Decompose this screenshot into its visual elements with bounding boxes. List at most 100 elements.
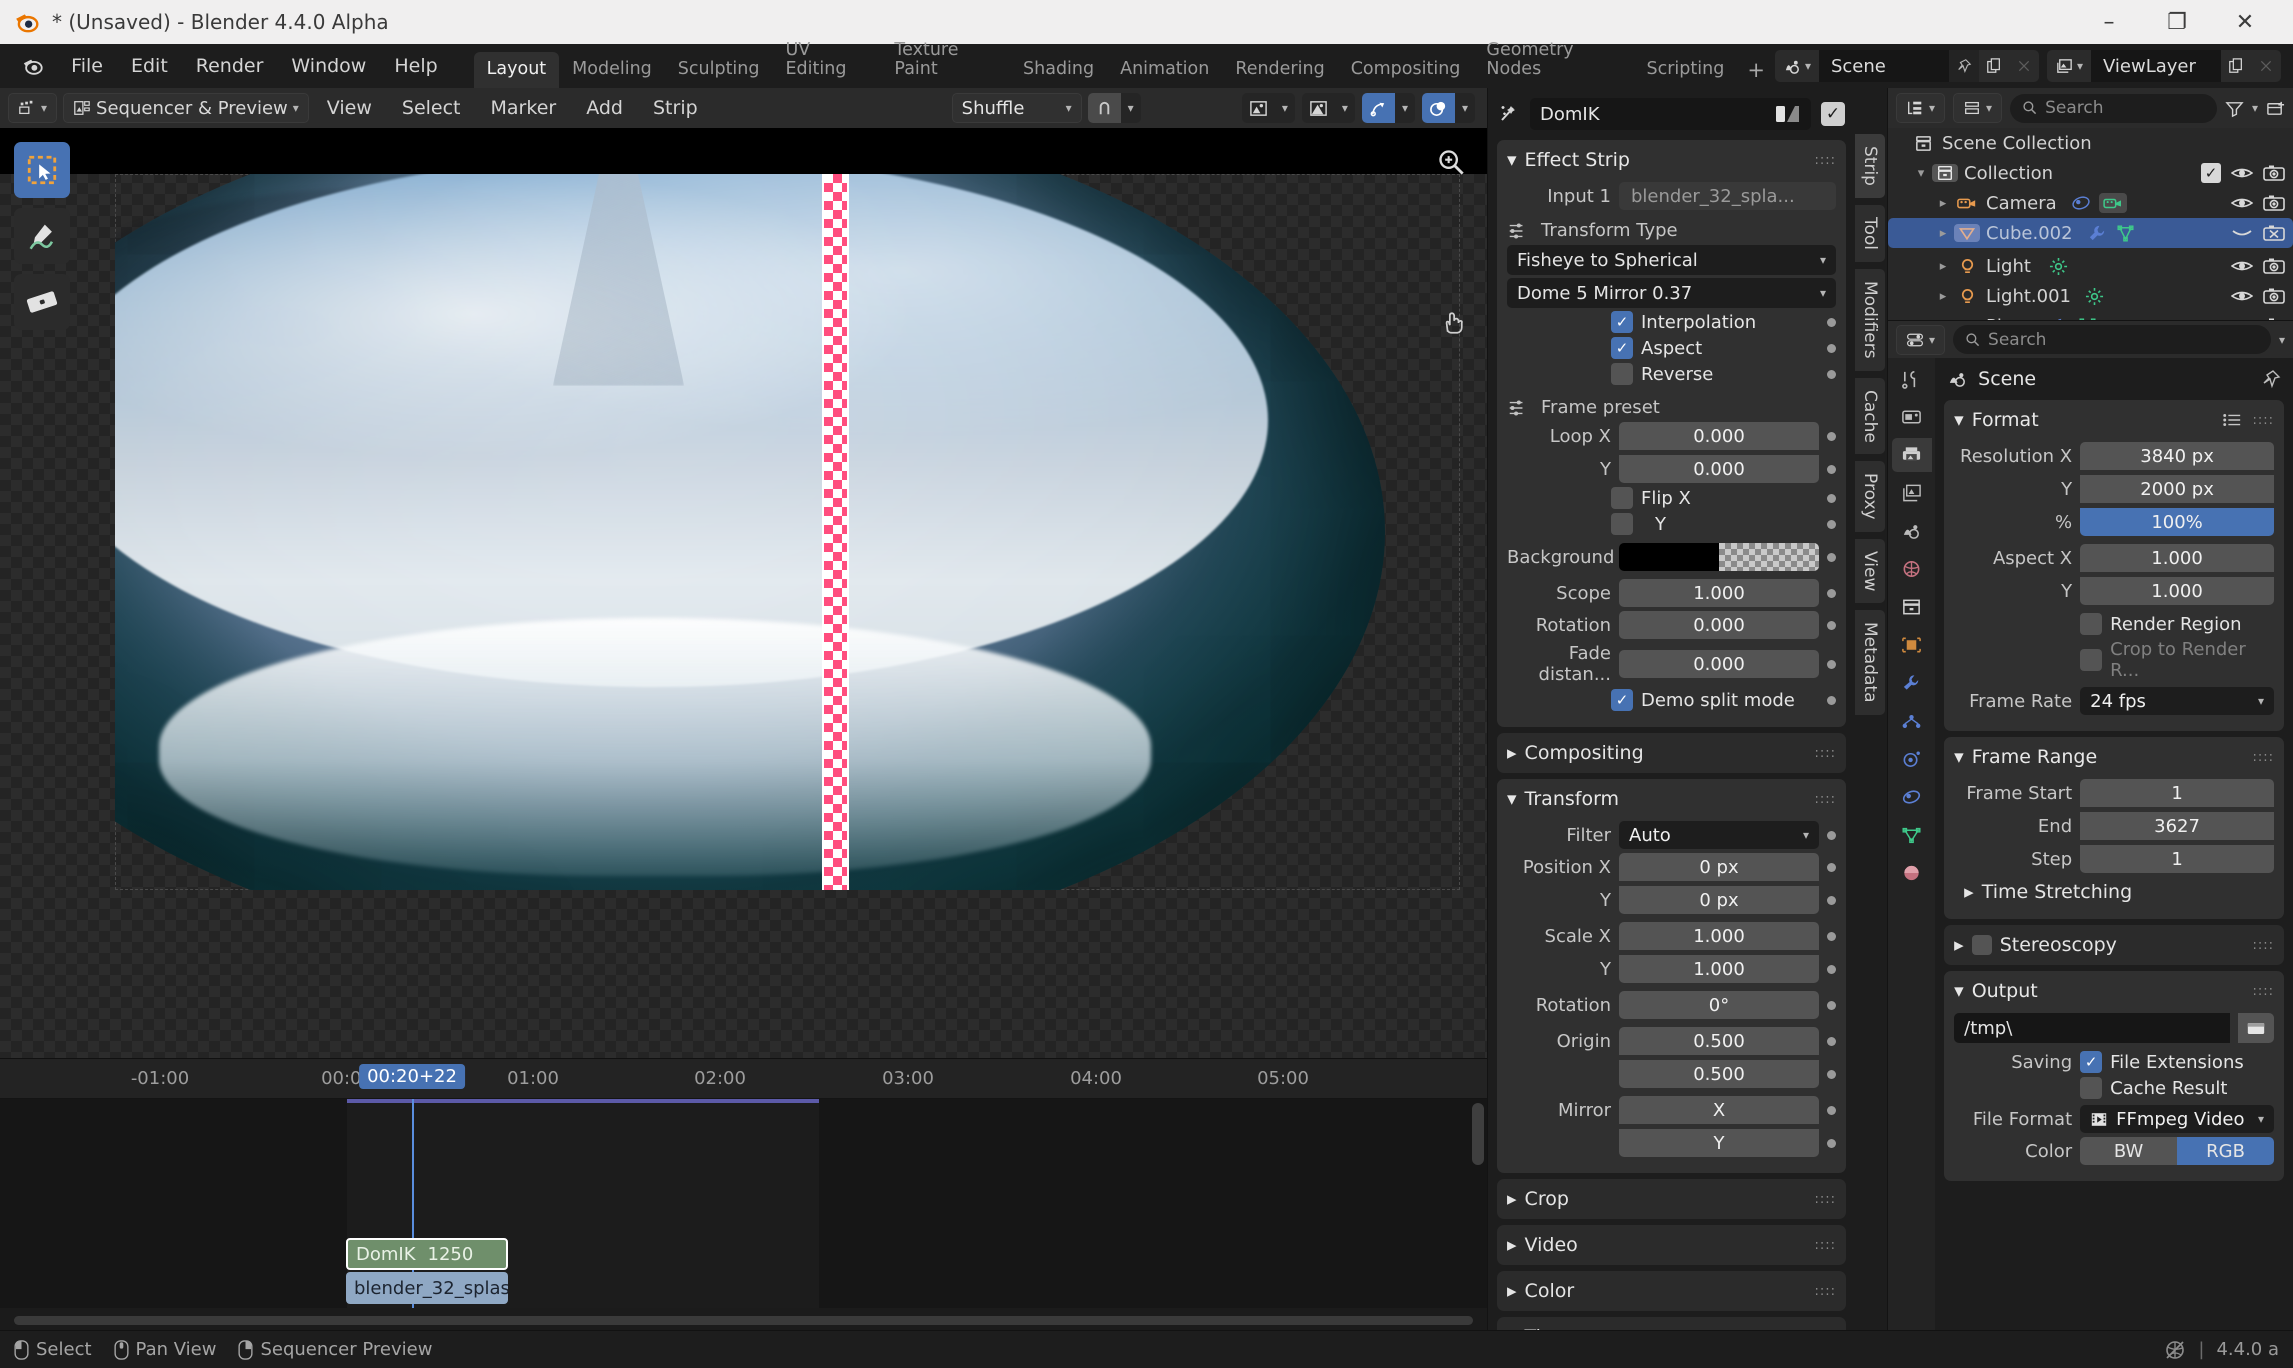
workspace-tab-compositing[interactable]: Compositing (1338, 52, 1474, 88)
animate-property-dot[interactable] (1827, 465, 1836, 474)
flip-y-checkbox[interactable] (1611, 513, 1633, 535)
scale-x-field[interactable]: 1.000 (1619, 922, 1819, 950)
display-channel-group[interactable]: ▾ (1242, 93, 1295, 123)
eye-icon[interactable] (2231, 165, 2253, 181)
strip-panel-scroll[interactable]: ▾ Effect Strip :::: Input 1 blender_32_s… (1488, 138, 1855, 1330)
animate-property-dot[interactable] (1827, 344, 1836, 353)
animate-property-dot[interactable] (1827, 553, 1836, 562)
animate-property-dot[interactable] (1827, 432, 1836, 441)
mesh-data-icon[interactable] (2116, 224, 2135, 243)
drag-grip-icon[interactable]: :::: (1814, 1330, 1836, 1331)
menu-window[interactable]: Window (277, 50, 380, 82)
image-display-icon[interactable] (1242, 93, 1275, 123)
menu-render[interactable]: Render (182, 50, 278, 82)
timeline-vertical-scrollbar[interactable] (1472, 1103, 1484, 1303)
close-button[interactable]: ✕ (2211, 0, 2279, 44)
presets-icon[interactable] (2222, 411, 2242, 429)
row-time-stretching[interactable]: ▸ Time Stretching (1954, 881, 2274, 903)
tab-physics[interactable] (1892, 742, 1932, 776)
tab-data[interactable] (1892, 818, 1932, 852)
animate-property-dot[interactable] (1827, 863, 1836, 872)
tab-tool[interactable] (1892, 362, 1932, 396)
light-data-icon[interactable] (2085, 287, 2104, 306)
sequencer-menu-add[interactable]: Add (574, 93, 635, 123)
panel-crop[interactable]: ▸ Crop :::: (1497, 1179, 1846, 1219)
transform-rotation-field[interactable]: 0° (1619, 991, 1819, 1019)
maximize-button[interactable]: ❐ (2143, 0, 2211, 44)
scope-field[interactable]: 1.000 (1619, 579, 1819, 607)
tool-select-box[interactable] (14, 142, 70, 198)
animate-property-dot[interactable] (1827, 1139, 1836, 1148)
animate-property-dot[interactable] (1827, 1106, 1836, 1115)
scene-name-field[interactable]: Scene (1819, 50, 1949, 82)
frame-step-field[interactable]: 1 (2080, 845, 2274, 873)
loop-x-field[interactable]: 0.000 (1619, 422, 1819, 450)
effect-rotation-field[interactable]: 0.000 (1619, 611, 1819, 639)
tab-viewlayer[interactable] (1892, 476, 1932, 510)
outliner-row-plane[interactable]: ▸ Plane (1888, 311, 2293, 320)
loop-y-field[interactable]: 0.000 (1619, 455, 1819, 483)
tab-constraints[interactable] (1892, 780, 1932, 814)
eye-closed-icon[interactable] (2231, 225, 2253, 241)
drag-grip-icon[interactable]: :::: (1814, 746, 1836, 761)
chevron-down-icon[interactable]: ▾ (1395, 93, 1415, 123)
panel-time[interactable]: ▸ Time :::: (1497, 1317, 1846, 1330)
animate-property-dot[interactable] (1827, 1070, 1836, 1079)
remove-viewlayer-icon[interactable] (2251, 50, 2281, 82)
sequencer-strip-effect[interactable]: DomIK 1250 (346, 1238, 508, 1270)
panel-compositing[interactable]: ▸ Compositing :::: (1497, 733, 1846, 773)
camera-render-icon[interactable] (2263, 194, 2285, 212)
demo-split-checkbox[interactable]: ✓ (1611, 689, 1633, 711)
vtab-proxy[interactable]: Proxy (1855, 461, 1885, 532)
transform-type-select[interactable]: Fisheye to Spherical ▾ (1507, 245, 1836, 275)
tab-collection[interactable] (1892, 590, 1932, 624)
overlap-mode-select[interactable]: Shuffle ▾ (952, 93, 1082, 123)
zoom-icon[interactable] (1437, 148, 1465, 176)
fade-distance-field[interactable]: 0.000 (1619, 650, 1819, 678)
strip-name-field[interactable]: DomIK (1530, 98, 1811, 130)
viewlayer-name-field[interactable]: ViewLayer (2091, 50, 2221, 82)
workspace-tab-texture-paint[interactable]: Texture Paint (881, 33, 1010, 89)
snap-toggle-group[interactable]: ▾ (1088, 93, 1141, 123)
tool-blade[interactable] (14, 274, 70, 330)
scene-icon[interactable]: ▾ (1775, 50, 1819, 82)
drag-grip-icon[interactable]: :::: (2252, 413, 2274, 428)
light-data-icon[interactable] (2049, 257, 2068, 276)
workspace-tab-scripting[interactable]: Scripting (1634, 52, 1738, 88)
eye-icon[interactable] (2231, 288, 2253, 304)
frame-end-field[interactable]: 3627 (2080, 812, 2274, 840)
scale-y-field[interactable]: 1.000 (1619, 955, 1819, 983)
panel-header-format[interactable]: ▾ Format :::: (1944, 400, 2284, 440)
magnet-icon[interactable] (1088, 93, 1121, 123)
position-x-field[interactable]: 0 px (1619, 853, 1819, 881)
overlays-group[interactable]: ▾ (1422, 93, 1475, 123)
drag-grip-icon[interactable]: :::: (1814, 792, 1836, 807)
workspace-tab-animation[interactable]: Animation (1107, 52, 1222, 88)
vtab-modifiers[interactable]: Modifiers (1855, 269, 1885, 371)
workspace-tab-uv-editing[interactable]: UV Editing (773, 33, 882, 89)
animate-property-dot[interactable] (1827, 932, 1836, 941)
disclosure-triangle-icon[interactable]: ▸ (1932, 289, 1954, 304)
disclosure-triangle-icon[interactable]: ▸ (1932, 226, 1954, 241)
panel-header-effect-strip[interactable]: ▾ Effect Strip :::: (1497, 140, 1846, 180)
outliner-row-light-001[interactable]: ▸ Light.001 (1888, 281, 2293, 311)
frame-rate-select[interactable]: 24 fps ▾ (2080, 687, 2274, 715)
tab-object[interactable] (1892, 628, 1932, 662)
drag-grip-icon[interactable]: :::: (2252, 938, 2274, 953)
vtab-view[interactable]: View (1855, 539, 1885, 603)
timeline-strip-area[interactable]: DomIK 1250 blender_32_splash (0, 1099, 1487, 1308)
file-extensions-checkbox[interactable]: ✓ (2080, 1051, 2102, 1073)
outliner-search-input[interactable]: Search (2010, 94, 2217, 123)
tab-render[interactable] (1892, 400, 1932, 434)
animate-property-dot[interactable] (1827, 589, 1836, 598)
interpolation-checkbox[interactable]: ✓ (1611, 311, 1633, 333)
outliner-row-collection[interactable]: ▾ Collection ✓ (1888, 158, 2293, 188)
chevron-down-icon[interactable]: ▾ (1455, 93, 1475, 123)
sequencer-preview-canvas[interactable] (0, 128, 1487, 1058)
unlink-scene-icon[interactable] (2009, 50, 2039, 82)
vtab-tool[interactable]: Tool (1855, 205, 1885, 262)
sequencer-menu-view[interactable]: View (315, 93, 384, 123)
camera-render-icon[interactable] (2263, 287, 2285, 305)
origin-x-field[interactable]: 0.500 (1619, 1027, 1819, 1055)
animate-property-dot[interactable] (1827, 1001, 1836, 1010)
